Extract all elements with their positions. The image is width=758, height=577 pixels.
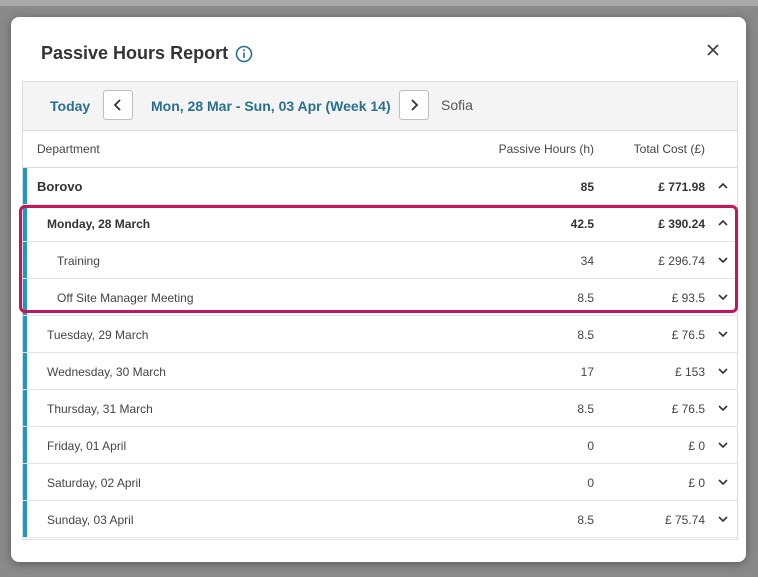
today-button[interactable]: Today — [50, 98, 90, 114]
row-label: Tuesday, 29 March — [47, 328, 149, 342]
chevron-down-icon[interactable] — [717, 292, 729, 302]
table-header: Department Passive Hours (h) Total Cost … — [23, 131, 737, 168]
department-row[interactable]: Borovo 85 £ 771.98 — [23, 168, 737, 205]
row-cost: £ 76.5 — [671, 402, 705, 416]
department-name: Borovo — [37, 179, 83, 194]
department-hours: 85 — [580, 180, 594, 194]
row-accent — [23, 427, 27, 463]
background-page — [0, 0, 758, 6]
row-accent — [23, 168, 27, 204]
chevron-down-icon[interactable] — [717, 366, 729, 376]
dialog-title-text: Passive Hours Report — [41, 43, 229, 63]
row-label: Saturday, 02 April — [47, 476, 141, 490]
row-hours: 8.5 — [577, 328, 594, 342]
chevron-right-icon — [411, 99, 419, 111]
table-row[interactable]: Friday, 01 April 0 £ 0 — [23, 427, 737, 464]
row-label: Thursday, 31 March — [47, 402, 153, 416]
row-hours: 0 — [587, 439, 594, 453]
date-range-label[interactable]: Mon, 28 Mar - Sun, 03 Apr (Week 14) — [151, 98, 391, 114]
header-passive-hours: Passive Hours (h) — [498, 142, 594, 156]
chevron-down-icon[interactable] — [717, 403, 729, 413]
date-toolbar: Today Mon, 28 Mar - Sun, 03 Apr (Week 14… — [23, 82, 737, 131]
row-cost: £ 0 — [688, 439, 705, 453]
close-button[interactable] — [702, 39, 724, 61]
report-panel: Today Mon, 28 Mar - Sun, 03 Apr (Week 14… — [22, 81, 738, 540]
row-accent — [23, 464, 27, 500]
header-department: Department — [37, 142, 100, 156]
row-accent — [23, 353, 27, 389]
row-cost: £ 0 — [688, 476, 705, 490]
table-row[interactable]: Sunday, 03 April 8.5 £ 75.74 — [23, 501, 737, 538]
chevron-up-icon[interactable] — [717, 181, 729, 191]
row-cost: £ 390.24 — [658, 217, 705, 231]
row-label: Sunday, 03 April — [47, 513, 134, 527]
dialog-title: Passive Hours Report — [41, 43, 253, 64]
table-row[interactable]: Tuesday, 29 March 8.5 £ 76.5 — [23, 316, 737, 353]
row-hours: 42.5 — [570, 217, 594, 231]
row-hours: 0 — [587, 476, 594, 490]
chevron-down-icon[interactable] — [717, 477, 729, 487]
row-cost: £ 296.74 — [658, 254, 705, 268]
row-cost: £ 153 — [674, 365, 705, 379]
row-hours: 8.5 — [577, 402, 594, 416]
chevron-down-icon[interactable] — [717, 329, 729, 339]
row-label: Training — [57, 254, 100, 268]
row-hours: 8.5 — [577, 291, 594, 305]
row-hours: 34 — [580, 254, 594, 268]
header-total-cost: Total Cost (£) — [633, 142, 705, 156]
close-icon — [707, 44, 719, 56]
location-label: Sofia — [441, 97, 473, 113]
row-accent — [23, 205, 27, 241]
table-row[interactable]: Monday, 28 March 42.5 £ 390.24 — [23, 205, 737, 242]
table-row[interactable]: Off Site Manager Meeting 8.5 £ 93.5 — [23, 279, 737, 316]
row-accent — [23, 242, 27, 278]
table-row[interactable]: Thursday, 31 March 8.5 £ 76.5 — [23, 390, 737, 427]
chevron-down-icon[interactable] — [717, 440, 729, 450]
info-icon[interactable] — [235, 45, 253, 63]
row-hours: 8.5 — [577, 513, 594, 527]
table-row[interactable]: Wednesday, 30 March 17 £ 153 — [23, 353, 737, 390]
department-cost: £ 771.98 — [658, 180, 705, 194]
row-label: Friday, 01 April — [47, 439, 127, 453]
chevron-down-icon[interactable] — [717, 514, 729, 524]
row-accent — [23, 279, 27, 315]
row-accent — [23, 390, 27, 426]
row-accent — [23, 501, 27, 537]
previous-week-button[interactable] — [103, 90, 133, 120]
row-cost: £ 93.5 — [671, 291, 705, 305]
row-accent — [23, 316, 27, 352]
row-hours: 17 — [580, 365, 594, 379]
passive-hours-report-dialog: Passive Hours Report Today Mon, 28 Mar -… — [11, 17, 746, 562]
row-cost: £ 76.5 — [671, 328, 705, 342]
chevron-up-icon[interactable] — [717, 218, 729, 228]
chevron-down-icon[interactable] — [717, 255, 729, 265]
next-week-button[interactable] — [399, 90, 429, 120]
row-cost: £ 75.74 — [664, 513, 705, 527]
row-label: Wednesday, 30 March — [47, 365, 166, 379]
row-label: Off Site Manager Meeting — [57, 291, 194, 305]
table-row[interactable]: Saturday, 02 April 0 £ 0 — [23, 464, 737, 501]
table-row[interactable]: Training 34 £ 296.74 — [23, 242, 737, 279]
chevron-left-icon — [113, 99, 121, 111]
row-label: Monday, 28 March — [47, 217, 151, 231]
